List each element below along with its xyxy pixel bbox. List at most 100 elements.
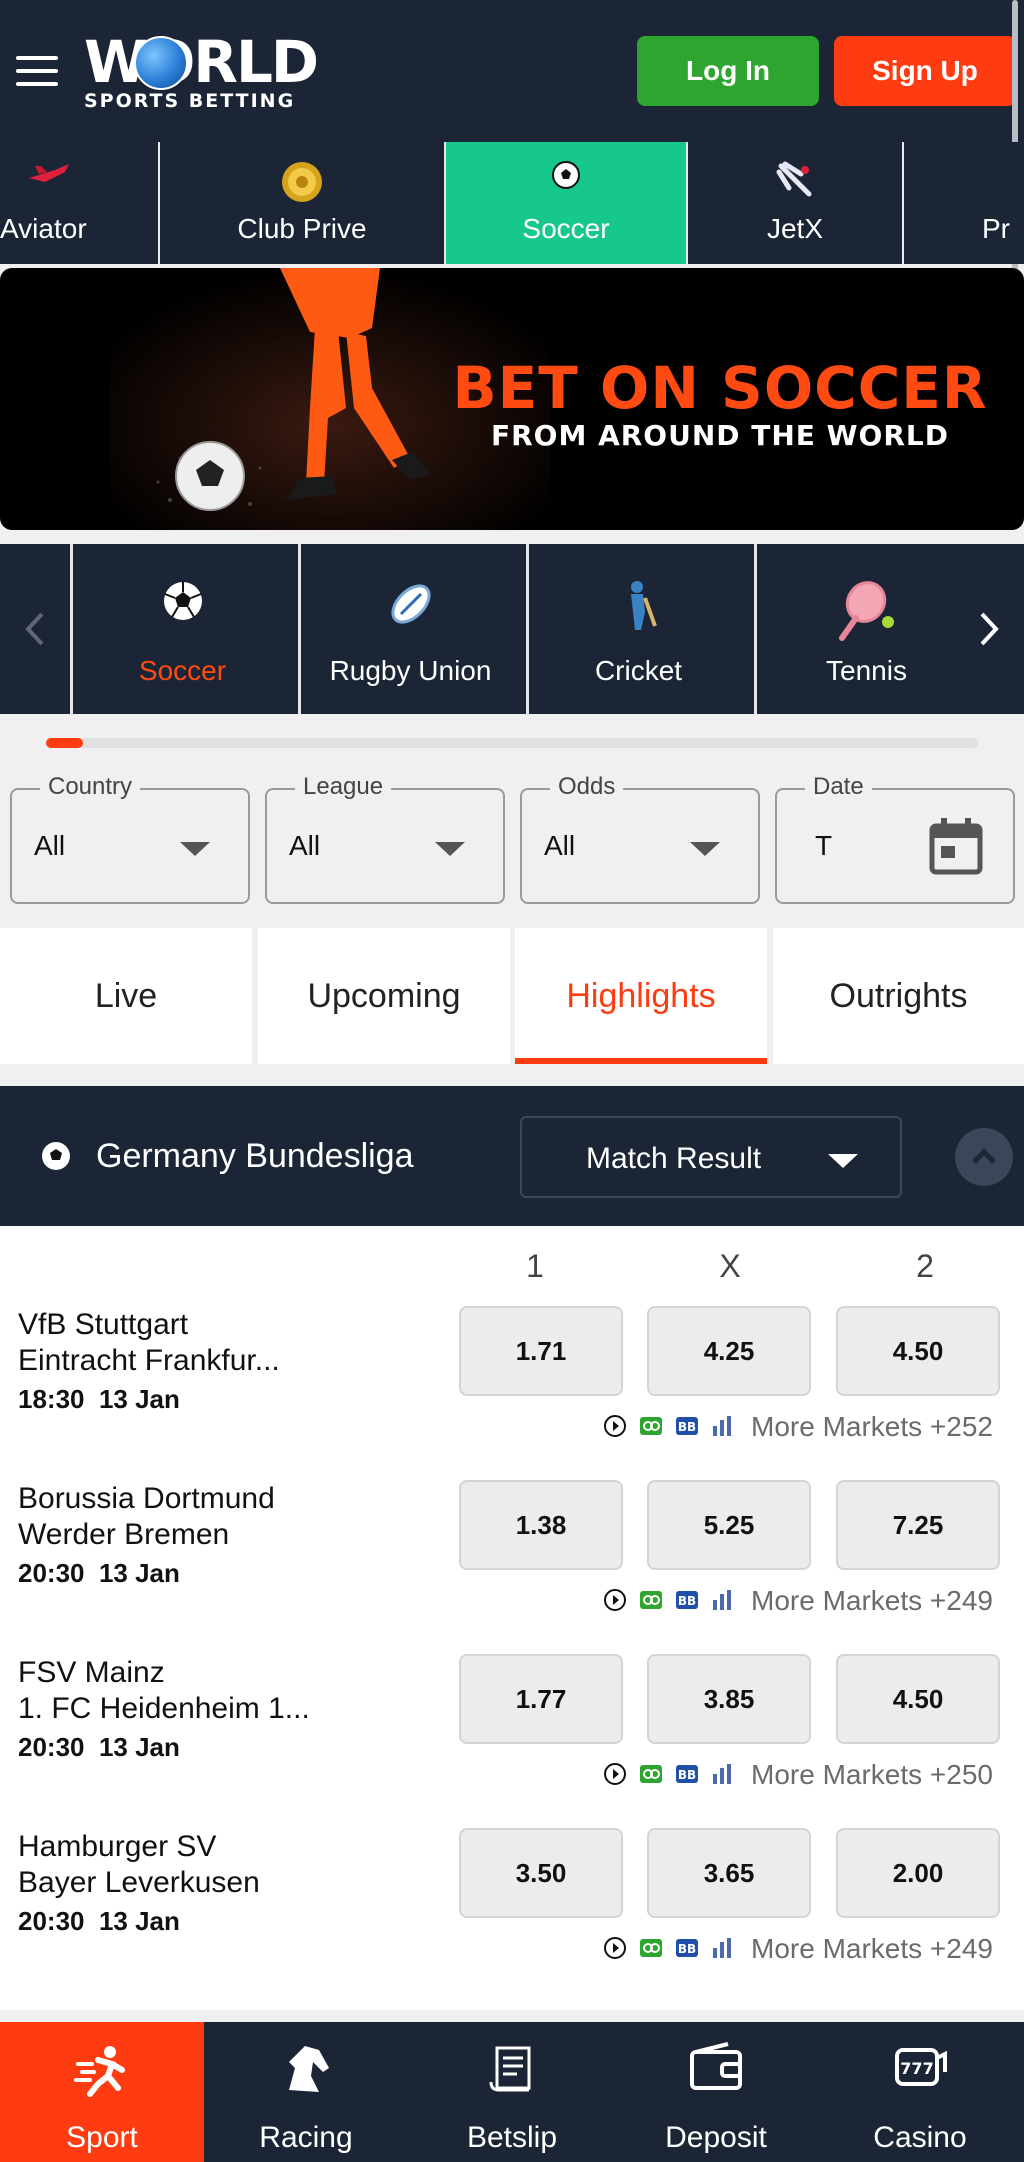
match-list: 1 X 2 VfB Stuttgart Eintracht Frankfur..… [0, 1226, 1024, 2010]
odds-button-draw[interactable]: 3.65 [647, 1828, 811, 1918]
match-row[interactable]: Borussia Dortmund Werder Bremen 20:30 13… [0, 1480, 1024, 1654]
odds-button-draw[interactable]: 4.25 [647, 1306, 811, 1396]
column-header-away: 2 [916, 1248, 934, 1284]
logo-wordmark: WORLD [84, 28, 319, 96]
filter-label: Odds [550, 772, 624, 802]
away-team: 1. FC Heidenheim 1... [18, 1692, 310, 1725]
league-name: Germany Bundesliga [96, 1137, 414, 1175]
odds-button-home[interactable]: 1.38 [459, 1480, 623, 1570]
kickoff-time: 20:30 13 Jan [18, 1558, 180, 1588]
tab-upcoming[interactable]: Upcoming [258, 928, 510, 1064]
nav-casino[interactable]: 777 Casino [818, 2022, 1022, 2162]
odds-button-away[interactable]: 7.25 [836, 1480, 1000, 1570]
match-row[interactable]: FSV Mainz 1. FC Heidenheim 1... 20:30 13… [0, 1654, 1024, 1828]
sport-tile-tennis[interactable]: Tennis [754, 544, 976, 714]
scroll-left-button[interactable] [0, 544, 70, 714]
odds-button-away[interactable]: 4.50 [836, 1654, 1000, 1744]
tab-live[interactable]: Live [0, 928, 252, 1064]
more-markets-label: More Markets +249 [751, 1933, 993, 1964]
market-tabs: Live Upcoming Highlights Outrights [0, 928, 1024, 1064]
caret-down-icon [180, 842, 210, 856]
promo-banner[interactable]: BET ON SOCCER FROM AROUND THE WORLD [0, 268, 1024, 530]
away-team: Bayer Leverkusen [18, 1866, 260, 1899]
odds-button-home[interactable]: 3.50 [459, 1828, 623, 1918]
odds-filter[interactable]: Odds All [520, 772, 760, 904]
home-team: Borussia Dortmund [18, 1482, 275, 1515]
svg-text:BB: BB [678, 1768, 696, 1782]
nav-sport[interactable]: Sport [0, 2022, 204, 2162]
bet-builder-icon: BB [676, 1765, 698, 1783]
cricket-player-icon [619, 580, 659, 637]
kickoff-time: 20:30 13 Jan [18, 1732, 180, 1762]
sport-tile-soccer[interactable]: Soccer [70, 544, 292, 714]
tab-jetx[interactable]: JetX [688, 142, 904, 264]
tab-label: Pr [982, 213, 1010, 244]
odds-button-draw[interactable]: 5.25 [647, 1480, 811, 1570]
brand-logo[interactable]: WORLD SPORTS BETTING [84, 30, 319, 112]
odds-button-away[interactable]: 2.00 [836, 1828, 1000, 1918]
kickoff-time: 20:30 13 Jan [18, 1906, 180, 1936]
chevron-up-icon [972, 1148, 996, 1164]
nav-label: Sport [66, 2121, 138, 2154]
sport-tile-cricket[interactable]: Cricket [526, 544, 748, 714]
market-type-select[interactable]: Match Result [520, 1116, 902, 1198]
odds-button-draw[interactable]: 3.85 [647, 1654, 811, 1744]
stats-icon [713, 1416, 731, 1436]
column-header-draw: X [719, 1248, 741, 1284]
away-team: Werder Bremen [18, 1518, 230, 1551]
league-header: Germany Bundesliga Match Result [0, 1086, 1024, 1226]
sport-tile-rugby-union[interactable]: Rugby Union [298, 544, 520, 714]
calendar-icon[interactable] [929, 818, 983, 881]
tab-aviator[interactable]: Aviator [0, 142, 160, 264]
odds-button-home[interactable]: 1.77 [459, 1654, 623, 1744]
more-markets-label: More Markets +252 [751, 1411, 993, 1442]
svg-text:BB: BB [678, 1594, 696, 1608]
bottom-navigation: Sport Racing Betslip Deposit 777 Casino [0, 2022, 1024, 2162]
sport-label: Soccer [138, 655, 227, 686]
live-stream-icon [640, 1417, 662, 1435]
sport-selector: Soccer Rugby Union Cricket Tennis [0, 544, 1024, 714]
soccer-ball-icon [551, 160, 581, 195]
nav-label: Betslip [466, 2121, 558, 2154]
stats-icon [713, 1590, 731, 1610]
filter-value: All [544, 830, 576, 861]
page: WORLD SPORTS BETTING Log In Sign Up Avia… [0, 0, 1024, 2162]
nav-racing[interactable]: Racing [204, 2022, 408, 2162]
league-filter[interactable]: League All [265, 772, 505, 904]
more-markets-label: More Markets +250 [751, 1759, 993, 1790]
tab-outrights[interactable]: Outrights [773, 928, 1024, 1064]
live-stream-icon [640, 1939, 662, 1957]
play-icon [604, 1415, 626, 1437]
home-team: FSV Mainz [18, 1656, 165, 1689]
odds-button-home[interactable]: 1.71 [459, 1306, 623, 1396]
tab-club-prive[interactable]: Club Prive [160, 142, 446, 264]
bet-builder-icon: BB [676, 1939, 698, 1957]
nav-deposit[interactable]: Deposit [614, 2022, 818, 2162]
scroll-right-button[interactable] [954, 544, 1024, 714]
match-row[interactable]: VfB Stuttgart Eintracht Frankfur... 18:3… [0, 1306, 1024, 1480]
soccer-ball-icon [162, 580, 204, 627]
tab-promo[interactable]: Pr [904, 142, 1024, 264]
plane-icon [25, 160, 73, 195]
login-button[interactable]: Log In [637, 36, 819, 106]
match-row[interactable]: Hamburger SV Bayer Leverkusen 20:30 13 J… [0, 1828, 1024, 2002]
soccer-ball-icon [40, 1140, 72, 1177]
tab-soccer[interactable]: Soccer [446, 142, 688, 264]
country-filter[interactable]: Country All [10, 772, 250, 904]
tab-label: JetX [766, 213, 824, 244]
sport-label: Rugby Union [329, 655, 492, 686]
date-filter[interactable]: Date T [775, 772, 1015, 904]
filter-label: League [295, 772, 392, 802]
chevron-left-icon [25, 612, 44, 646]
odds-button-away[interactable]: 4.50 [836, 1306, 1000, 1396]
nav-label: Deposit [665, 2121, 767, 2154]
play-icon [604, 1763, 626, 1785]
menu-icon[interactable] [16, 56, 58, 86]
collapse-button[interactable] [955, 1128, 1013, 1186]
running-icon [74, 2042, 130, 2103]
tab-label: Soccer [522, 213, 610, 244]
signup-button[interactable]: Sign Up [834, 36, 1016, 106]
tab-highlights[interactable]: Highlights [515, 928, 767, 1064]
filter-value: All [289, 830, 321, 861]
nav-betslip[interactable]: Betslip [410, 2022, 614, 2162]
